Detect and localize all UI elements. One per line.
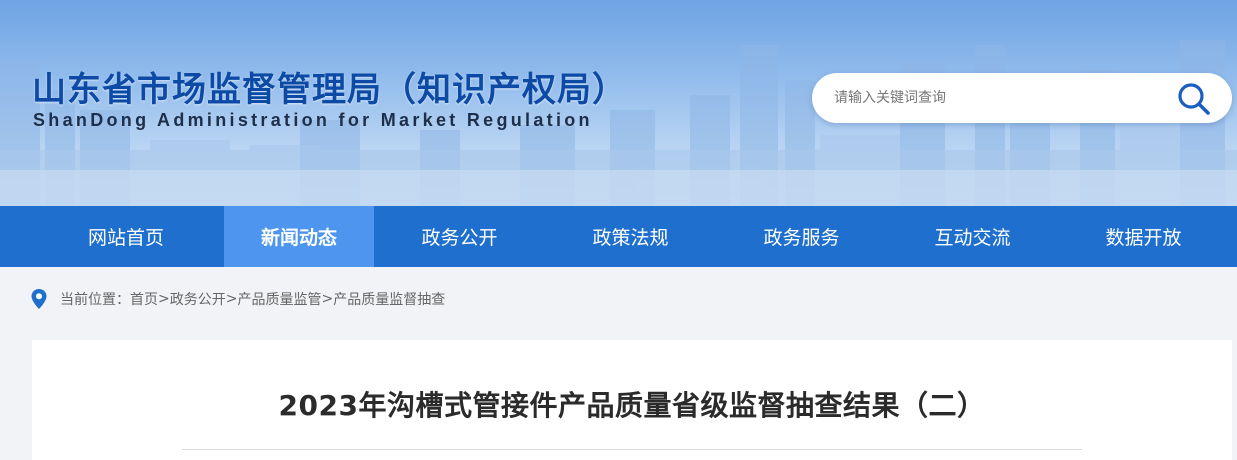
nav-item-government-affairs[interactable]: 政务公开 bbox=[374, 206, 545, 267]
nav-item-policies[interactable]: 政策法规 bbox=[545, 206, 716, 267]
search-bar bbox=[812, 73, 1232, 123]
nav-item-services[interactable]: 政务服务 bbox=[716, 206, 887, 267]
breadcrumb-inspection[interactable]: 产品质量监督抽查 bbox=[333, 289, 445, 309]
nav-item-news[interactable]: 新闻动态 bbox=[224, 206, 374, 267]
breadcrumb-government-affairs[interactable]: 政务公开 bbox=[170, 289, 226, 309]
site-title: 山东省市场监督管理局（知识产权局） bbox=[32, 70, 627, 110]
breadcrumb-product-quality[interactable]: 产品质量监管 bbox=[237, 289, 321, 309]
nav-item-home[interactable]: 网站首页 bbox=[0, 206, 224, 267]
header-banner: 山东省市场监督管理局（知识产权局） ShanDong Administratio… bbox=[0, 0, 1237, 206]
article-title: 2023年沟槽式管接件产品质量省级监督抽查结果（二） bbox=[278, 389, 986, 422]
nav-item-interaction[interactable]: 互动交流 bbox=[887, 206, 1058, 267]
main-navigation: 网站首页 新闻动态 政务公开 政策法规 政务服务 互动交流 数据开放 bbox=[0, 206, 1237, 267]
breadcrumb: 当前位置： 首页 > 政务公开 > 产品质量监管 > 产品质量监督抽查 bbox=[30, 286, 445, 312]
title-divider bbox=[182, 449, 1082, 450]
breadcrumb-separator: > bbox=[225, 291, 238, 307]
search-icon[interactable] bbox=[1176, 81, 1212, 117]
breadcrumb-separator: > bbox=[321, 291, 334, 307]
breadcrumb-separator: > bbox=[158, 291, 170, 307]
site-subtitle: ShanDong Administration for Market Regul… bbox=[33, 110, 593, 130]
article-panel: 2023年沟槽式管接件产品质量省级监督抽查结果（二） bbox=[32, 340, 1232, 460]
search-input[interactable] bbox=[834, 85, 1154, 111]
breadcrumb-home[interactable]: 首页 bbox=[130, 289, 158, 309]
nav-item-open-data[interactable]: 数据开放 bbox=[1058, 206, 1229, 267]
location-pin-icon bbox=[31, 289, 47, 309]
breadcrumb-prefix: 当前位置： bbox=[60, 292, 130, 308]
